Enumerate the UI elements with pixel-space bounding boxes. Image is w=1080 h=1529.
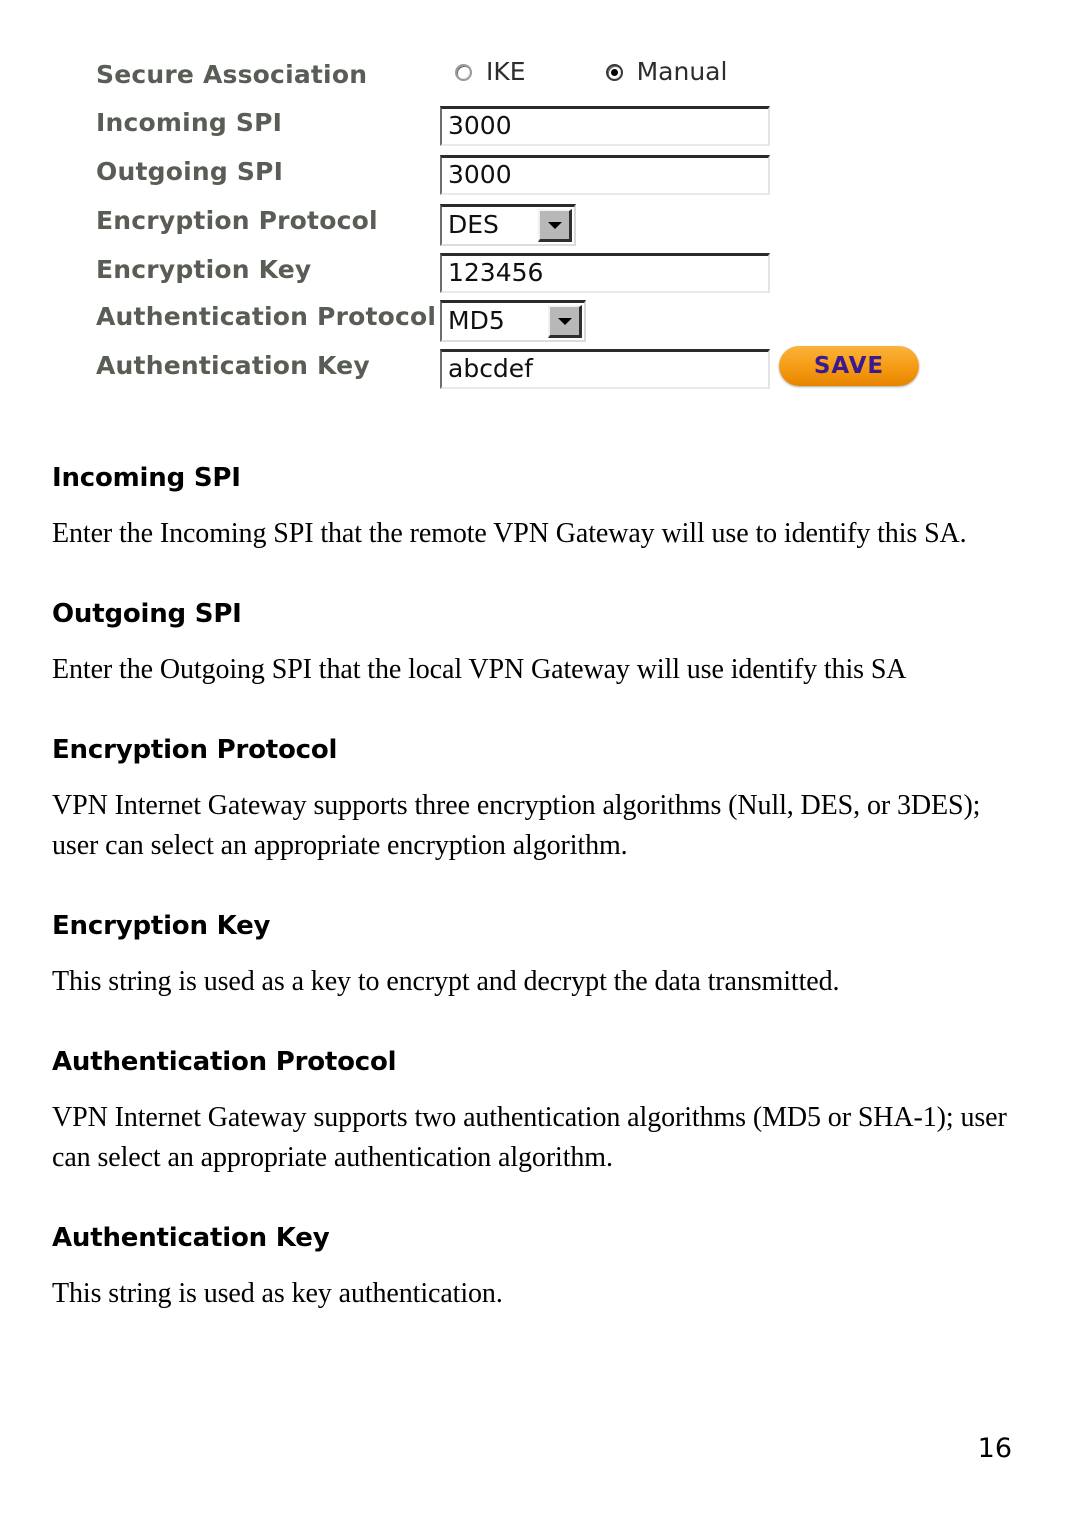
radio-label-manual: Manual bbox=[636, 57, 728, 86]
page-number: 16 bbox=[977, 1433, 1012, 1464]
label-secure-association: Secure Association bbox=[96, 60, 368, 89]
radio-checked-icon[interactable] bbox=[605, 63, 623, 81]
authentication-key-input[interactable]: abcdef bbox=[440, 349, 770, 389]
chevron-down-icon[interactable] bbox=[548, 305, 582, 338]
radio-group-secure-association[interactable]: IKE Manual bbox=[455, 59, 727, 85]
encryption-protocol-value: DES bbox=[448, 210, 499, 239]
label-encryption-key: Encryption Key bbox=[96, 255, 312, 284]
save-button-label: SAVE bbox=[813, 352, 885, 379]
save-button[interactable]: SAVE bbox=[779, 346, 919, 386]
section-heading-incoming-spi: Incoming SPI bbox=[52, 463, 241, 493]
section-body-authentication-protocol: VPN Internet Gateway supports two authen… bbox=[52, 1102, 1007, 1173]
form-row-encryption-protocol: Encryption Protocol DES bbox=[0, 204, 1080, 252]
form-row-secure-association: Secure Association IKE Manual bbox=[0, 58, 1080, 106]
section-body-encryption-protocol: VPN Internet Gateway supports three encr… bbox=[52, 790, 981, 861]
form-row-encryption-key: Encryption Key 123456 bbox=[0, 253, 1080, 301]
form-row-outgoing-spi: Outgoing SPI 3000 bbox=[0, 155, 1080, 203]
radio-label-ike: IKE bbox=[486, 57, 526, 86]
encryption-protocol-select[interactable]: DES bbox=[440, 204, 576, 246]
section-heading-encryption-key: Encryption Key bbox=[52, 911, 271, 941]
form-row-authentication-key: Authentication Key abcdef bbox=[0, 349, 1080, 397]
chevron-down-icon[interactable] bbox=[538, 209, 572, 242]
form-row-authentication-protocol: Authentication Protocol MD5 bbox=[0, 300, 1080, 348]
outgoing-spi-input[interactable]: 3000 bbox=[440, 155, 770, 195]
section-body-authentication-key: This string is used as key authenticatio… bbox=[52, 1278, 503, 1309]
authentication-protocol-value: MD5 bbox=[448, 306, 505, 335]
vpn-settings-screenshot: Secure Association IKE Manual Incoming S… bbox=[0, 0, 1080, 420]
encryption-key-input[interactable]: 123456 bbox=[440, 253, 770, 293]
form-row-incoming-spi: Incoming SPI 3000 bbox=[0, 106, 1080, 154]
section-body-outgoing-spi: Enter the Outgoing SPI that the local VP… bbox=[52, 654, 907, 685]
label-authentication-protocol: Authentication Protocol bbox=[96, 302, 437, 331]
section-heading-authentication-protocol: Authentication Protocol bbox=[52, 1047, 397, 1077]
radio-unchecked-icon[interactable] bbox=[455, 63, 472, 81]
label-incoming-spi: Incoming SPI bbox=[96, 108, 283, 137]
label-encryption-protocol: Encryption Protocol bbox=[96, 206, 378, 235]
section-heading-authentication-key: Authentication Key bbox=[52, 1223, 330, 1253]
section-heading-encryption-protocol: Encryption Protocol bbox=[52, 735, 338, 765]
radio-option-manual[interactable]: Manual bbox=[605, 57, 728, 86]
authentication-protocol-select[interactable]: MD5 bbox=[440, 300, 586, 342]
section-heading-outgoing-spi: Outgoing SPI bbox=[52, 599, 242, 629]
document-body: Incoming SPI Enter the Incoming SPI that… bbox=[52, 462, 1028, 1314]
radio-option-ike[interactable]: IKE bbox=[455, 59, 526, 85]
label-outgoing-spi: Outgoing SPI bbox=[96, 157, 284, 186]
section-body-encryption-key: This string is used as a key to encrypt … bbox=[52, 966, 840, 997]
label-authentication-key: Authentication Key bbox=[96, 351, 370, 380]
incoming-spi-input[interactable]: 3000 bbox=[440, 106, 770, 146]
section-body-incoming-spi: Enter the Incoming SPI that the remote V… bbox=[52, 518, 967, 549]
